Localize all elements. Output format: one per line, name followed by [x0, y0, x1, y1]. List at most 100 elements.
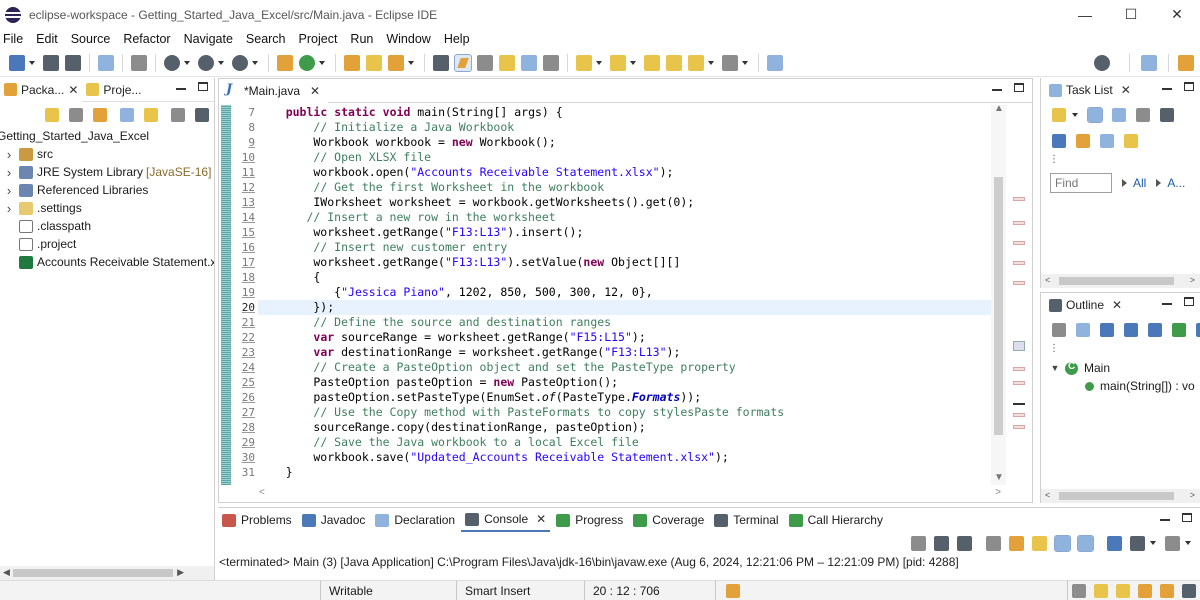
- open-type-icon[interactable]: [344, 54, 360, 71]
- editor-horizontal-scrollbar[interactable]: < >: [257, 487, 1005, 501]
- tab-project-explorer[interactable]: Proje...: [82, 78, 145, 102]
- code-line[interactable]: // Initialize a Java Workbook: [258, 120, 1006, 135]
- minimize-view-icon[interactable]: [1162, 88, 1172, 90]
- block-selection-icon[interactable]: [499, 54, 515, 71]
- menu-run[interactable]: Run: [346, 32, 380, 46]
- menu-refactor[interactable]: Refactor: [119, 32, 177, 46]
- code-line[interactable]: // Insert new customer entry: [258, 240, 1006, 255]
- show-on-stdout-icon[interactable]: [1054, 534, 1071, 552]
- outline-class-main[interactable]: ▼ Main: [1041, 359, 1200, 377]
- tab-call-hierarchy[interactable]: Call Hierarchy: [785, 508, 887, 532]
- search-tool-icon[interactable]: [388, 54, 404, 71]
- filter-icon[interactable]: [1136, 108, 1150, 122]
- debug-dropdown-icon[interactable]: [184, 60, 190, 65]
- word-wrap-icon[interactable]: [1032, 535, 1047, 551]
- focus-icon[interactable]: [1052, 134, 1066, 148]
- horizontal-scrollbar[interactable]: ◀ ▶: [0, 566, 214, 580]
- scroll-down-icon[interactable]: ▼: [994, 472, 1004, 483]
- overview-marker[interactable]: [1013, 367, 1025, 371]
- run-dropdown-icon[interactable]: [319, 60, 325, 65]
- remove-launch-icon[interactable]: [934, 535, 949, 551]
- overview-marker[interactable]: [1013, 381, 1025, 385]
- code-line[interactable]: // Create a PasteOption object and set t…: [258, 360, 1006, 375]
- chevron-right-icon[interactable]: ›: [3, 201, 15, 216]
- breadcrumb-toggle-icon[interactable]: [521, 54, 537, 71]
- code-line[interactable]: // Get the first Worksheet in the workbo…: [258, 180, 1006, 195]
- overview-marker[interactable]: [1013, 241, 1025, 245]
- code-line[interactable]: PasteOption pasteOption = new PasteOptio…: [258, 375, 1006, 390]
- collapse-all-icon[interactable]: [1076, 323, 1090, 337]
- maximize-view-icon[interactable]: [1014, 83, 1024, 92]
- code-line[interactable]: workbook.open("Accounts Receivable State…: [258, 165, 1006, 180]
- code-line[interactable]: {"Jessica Piano", 1202, 850, 500, 300, 1…: [258, 285, 1006, 300]
- chevron-down-icon[interactable]: ▼: [1049, 363, 1061, 373]
- open-console-icon[interactable]: [98, 54, 114, 71]
- tab-javadoc[interactable]: Javadoc: [298, 508, 370, 532]
- display-selected-console-icon[interactable]: [1130, 535, 1145, 551]
- run-last-tool-icon[interactable]: [232, 54, 248, 71]
- forward-edit-icon[interactable]: [666, 54, 682, 71]
- scroll-left-icon[interactable]: <: [1045, 490, 1050, 500]
- progress-icon[interactable]: [726, 583, 740, 598]
- more-icon[interactable]: ⋮: [1041, 154, 1200, 168]
- tree-item[interactable]: › Referenced Libraries: [0, 181, 214, 199]
- minimize-view-icon[interactable]: [992, 89, 1002, 91]
- clear-console-icon[interactable]: [986, 535, 1001, 551]
- overview-ruler[interactable]: [1008, 105, 1032, 485]
- toggle-mark-occurrences-icon[interactable]: [454, 53, 472, 72]
- code-line[interactable]: {: [258, 270, 1006, 285]
- search-icon[interactable]: [1094, 55, 1110, 71]
- next-annotation-icon[interactable]: [576, 54, 592, 71]
- minimize-view-icon[interactable]: [1160, 519, 1170, 521]
- close-icon[interactable]: ✕: [1121, 83, 1131, 97]
- view-menu-icon[interactable]: [1160, 108, 1174, 122]
- link-with-editor-icon[interactable]: [1124, 134, 1138, 148]
- sort-icon[interactable]: [1100, 323, 1114, 337]
- pin-editor-icon[interactable]: [767, 54, 783, 71]
- terminate-icon[interactable]: [911, 535, 926, 551]
- collapse-all-icon[interactable]: [1100, 134, 1114, 148]
- minimize-view-icon[interactable]: [1162, 303, 1172, 305]
- filters-icon[interactable]: [171, 108, 185, 122]
- code-line[interactable]: });: [258, 300, 1006, 315]
- scheduled-icon[interactable]: [1112, 108, 1126, 122]
- cursor-position-status[interactable]: 20 : 12 : 706: [585, 581, 715, 600]
- scroll-right-icon[interactable]: >: [1190, 275, 1195, 285]
- show-whitespace-icon[interactable]: [543, 54, 559, 71]
- tab-outline[interactable]: Outline ✕: [1045, 293, 1127, 317]
- tree-item[interactable]: › JRE System Library [JavaSE-16]: [0, 163, 214, 181]
- scroll-left-icon[interactable]: ◀: [3, 567, 10, 578]
- tasks-icon[interactable]: [1094, 584, 1108, 598]
- back-dropdown-icon[interactable]: [708, 60, 714, 65]
- lightbulb-icon[interactable]: [1160, 584, 1174, 598]
- overview-marker[interactable]: [1013, 413, 1025, 417]
- code-line[interactable]: var destinationRange = worksheet.getRang…: [258, 345, 1006, 360]
- scroll-right-icon[interactable]: ▶: [177, 567, 184, 578]
- notifications-icon[interactable]: [1116, 584, 1130, 598]
- overview-marker[interactable]: [1013, 261, 1025, 265]
- debug-icon[interactable]: [164, 54, 180, 71]
- tree-item[interactable]: .classpath: [0, 217, 214, 235]
- outline-method-main[interactable]: main(String[]) : vo: [1041, 377, 1200, 395]
- menu-edit[interactable]: Edit: [32, 32, 65, 46]
- tab-problems[interactable]: Problems: [218, 508, 296, 532]
- tab-terminal[interactable]: Terminal: [710, 508, 782, 532]
- hide-non-public-icon[interactable]: [1172, 323, 1186, 337]
- menu-project[interactable]: Project: [295, 32, 345, 46]
- all-link[interactable]: All: [1133, 176, 1146, 190]
- tips-icon[interactable]: [1138, 584, 1152, 598]
- tree-item[interactable]: .project: [0, 235, 214, 253]
- hide-local-types-icon[interactable]: [1196, 323, 1200, 337]
- scroll-left-icon[interactable]: <: [1045, 275, 1050, 285]
- menu-search[interactable]: Search: [242, 32, 293, 46]
- more-icon[interactable]: ⋮: [1041, 343, 1200, 359]
- new-task-dropdown-icon[interactable]: [1072, 113, 1078, 117]
- hide-static-icon[interactable]: [1148, 323, 1162, 337]
- open-perspective-icon[interactable]: [1141, 55, 1157, 71]
- scroll-right-icon[interactable]: >: [995, 487, 1001, 498]
- chevron-right-icon[interactable]: ›: [3, 147, 15, 162]
- new-task-icon[interactable]: [1052, 108, 1066, 122]
- code-line[interactable]: worksheet.getRange("F13:L13").setValue(n…: [258, 255, 1006, 270]
- scroll-up-icon[interactable]: ▲: [994, 105, 1004, 114]
- categorized-icon[interactable]: [1087, 107, 1103, 123]
